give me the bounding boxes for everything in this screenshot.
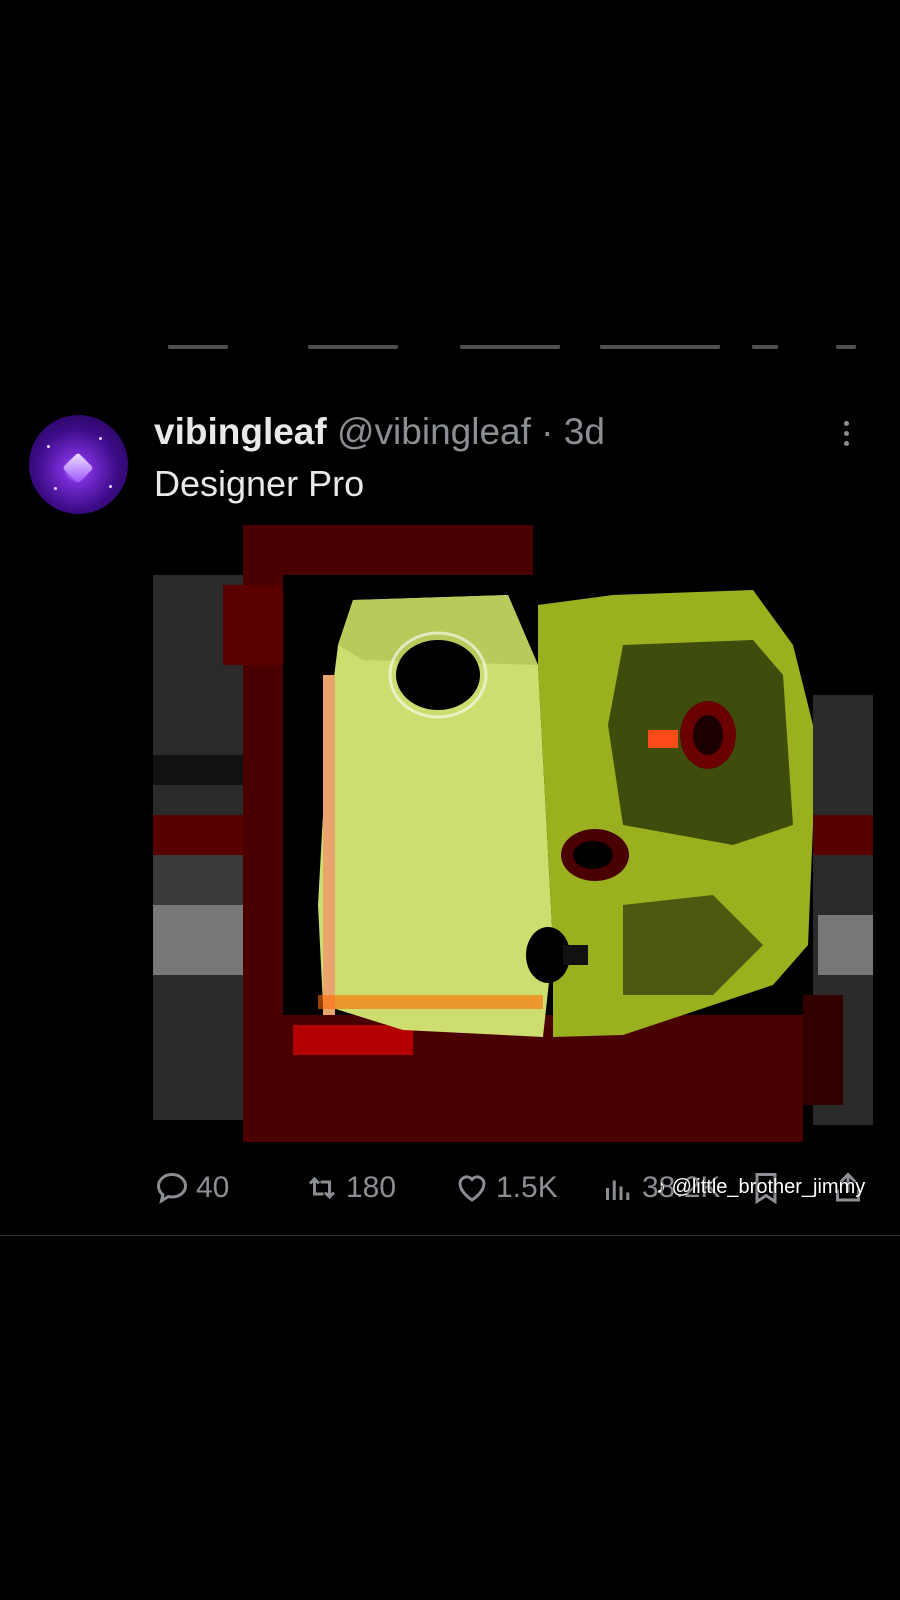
reply-icon (156, 1172, 188, 1204)
avatar-spark (62, 452, 94, 484)
more-options-icon[interactable] (840, 418, 852, 454)
tiktok-icon: ♪ (656, 1176, 666, 1198)
avatar[interactable] (29, 415, 128, 514)
previous-post-actions-remnant (0, 345, 900, 359)
tiktok-watermark: ♪ @little_brother_jimmy (656, 1176, 865, 1199)
separator: · (541, 411, 554, 452)
repost-button[interactable]: 180 (304, 1170, 396, 1206)
like-button[interactable]: 1.5K (454, 1170, 558, 1206)
handle[interactable]: @vibingleaf (337, 411, 531, 452)
post-media[interactable] (153, 525, 873, 1142)
display-name[interactable]: vibingleaf (154, 411, 327, 452)
like-icon (458, 1175, 486, 1202)
post-text: Designer Pro (154, 463, 365, 504)
repost-count: 180 (346, 1171, 397, 1204)
post-header: vibingleaf @vibingleaf · 3d (154, 408, 844, 456)
watermark-username: @little_brother_jimmy (671, 1176, 866, 1198)
reply-button[interactable]: 40 (154, 1170, 229, 1206)
like-count: 1.5K (496, 1171, 558, 1204)
reply-count: 40 (196, 1171, 230, 1204)
views-icon (606, 1180, 630, 1200)
repost-icon (308, 1176, 336, 1200)
frog-pixel-image (153, 525, 873, 1142)
post-time[interactable]: 3d (564, 411, 605, 452)
post-divider (0, 1235, 900, 1236)
